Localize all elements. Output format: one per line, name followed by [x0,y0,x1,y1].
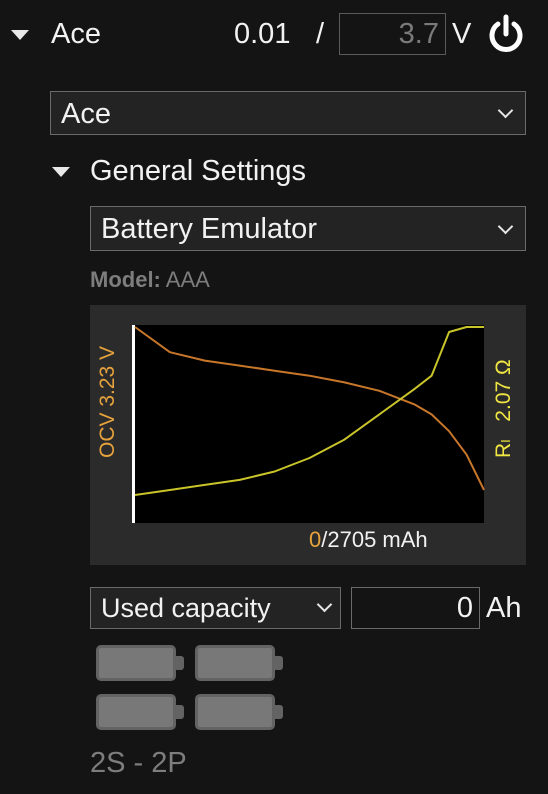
capacity-unit: Ah [486,592,522,624]
emulation-mode-select[interactable]: Battery Emulator [90,206,526,251]
internal-resistance-subscript: I [498,439,513,443]
capacity-used-value: 0 [309,527,322,552]
model-label: Model: [90,267,161,292]
pack-configuration: 2S - 2P [90,747,187,779]
collapse-section-triangle-icon[interactable] [52,167,70,177]
chevron-down-icon [497,102,514,119]
plot-area [132,325,484,523]
voltage-separator: / [316,18,325,50]
internal-resistance-label: RI 2.07 Ω [491,359,519,458]
battery-cell-icon [195,645,283,681]
battery-cell-icon [96,645,184,681]
capacity-total-value: /2705 mAh [321,527,428,552]
power-icon [489,14,523,52]
emulation-mode-value: Battery Emulator [101,213,317,245]
general-settings-title[interactable]: General Settings [90,153,306,189]
channel-name: Ace [51,18,101,50]
capacity-mode-value: Used capacity [101,593,271,623]
capacity-readout: 0/2705 mAh [309,527,428,553]
device-select[interactable]: Ace [50,91,526,135]
voltage-setpoint-input[interactable]: 3.7 [339,13,446,55]
battery-cell-icon [195,694,283,730]
model-value: AAA [165,267,210,292]
ocv-label: OCV 3.23 V [96,345,119,458]
chevron-down-icon [316,596,333,613]
battery-curve-panel [90,305,526,565]
battery-cell-icon [96,694,184,730]
voltage-unit: V [452,18,472,50]
voltage-readout: 0.01 [234,18,291,50]
model-info: Model: AAA [90,267,210,293]
battery-curve-chart[interactable] [90,305,526,565]
capacity-mode-select[interactable]: Used capacity [90,587,341,629]
device-select-value: Ace [61,98,111,130]
power-button[interactable] [484,12,528,56]
chevron-down-icon [497,218,514,235]
collapse-channel-triangle-icon[interactable] [11,30,29,40]
internal-resistance-prefix: R [492,442,515,458]
capacity-input[interactable]: 0 [351,587,480,629]
internal-resistance-value: 2.07 Ω [492,359,515,422]
